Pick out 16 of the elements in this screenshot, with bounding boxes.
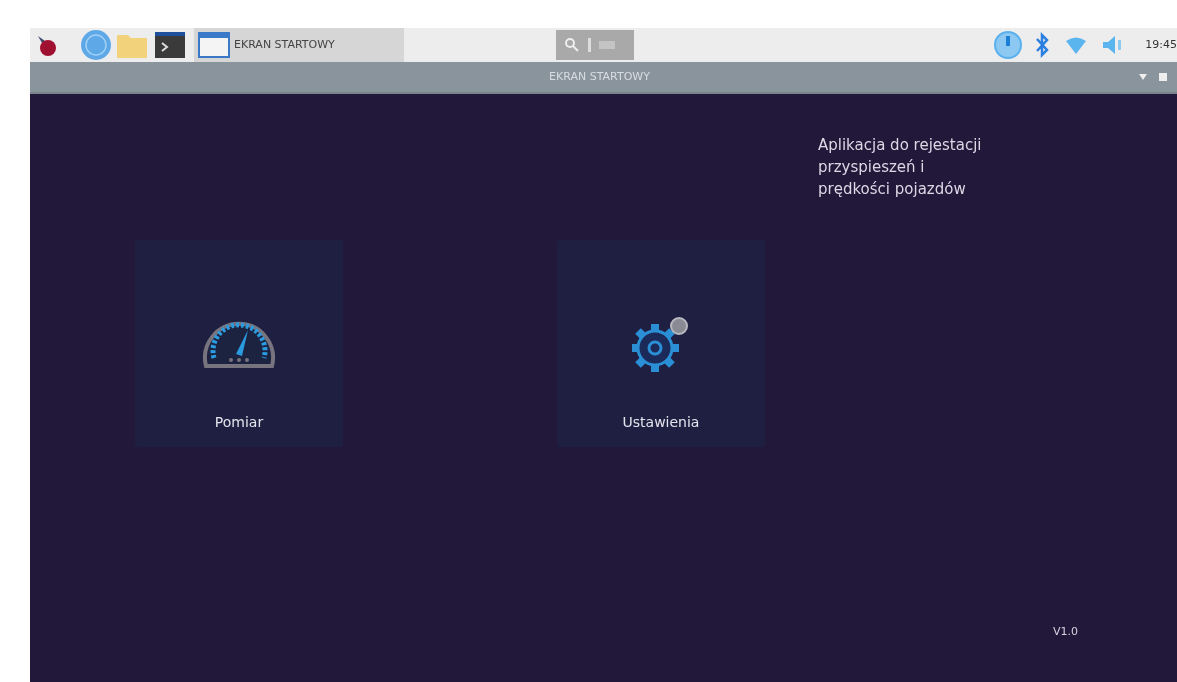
cursor-icon	[588, 38, 591, 52]
menu-tile[interactable]: Pomiar	[135, 240, 343, 447]
search-icon	[564, 37, 580, 53]
terminal-icon[interactable]	[154, 31, 186, 59]
clock[interactable]: 19:45	[1145, 36, 1177, 54]
minimize-icon[interactable]	[1139, 74, 1147, 80]
description-text: Aplikacja do rejestacji przyspieszeń i prędkości pojazdów	[818, 135, 983, 200]
window-icon	[198, 31, 230, 59]
search-widget[interactable]	[556, 30, 634, 60]
bluetooth-icon[interactable]	[1035, 32, 1050, 58]
version-label: V1.0	[1053, 623, 1079, 640]
power-icon[interactable]	[993, 30, 1024, 60]
menu-tile[interactable]: Ustawienia	[557, 240, 765, 447]
task-button[interactable]: EKRAN STARTOWY	[194, 28, 404, 62]
gear-icon	[632, 316, 690, 372]
window-title: EKRAN STARTOWY	[549, 68, 650, 85]
